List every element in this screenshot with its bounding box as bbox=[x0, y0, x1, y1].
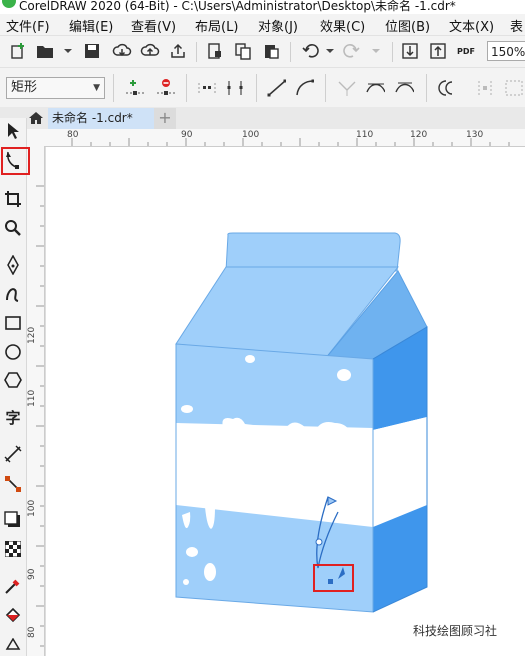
window-title: CorelDRAW 2020 (64-Bit) - C:\Users\Admin… bbox=[19, 0, 456, 13]
menu-table[interactable]: 表 bbox=[510, 16, 523, 35]
menu-edit[interactable]: 编辑(E) bbox=[69, 16, 113, 35]
ruler-label: 100 bbox=[242, 130, 260, 140]
dimension-tool-icon[interactable] bbox=[3, 444, 23, 464]
ruler-label: 110 bbox=[27, 389, 37, 407]
menu-text[interactable]: 文本(X) bbox=[449, 16, 494, 35]
pick-tool-icon[interactable] bbox=[3, 121, 23, 141]
copy-icon[interactable] bbox=[233, 41, 253, 61]
menu-view[interactable]: 查看(V) bbox=[131, 16, 176, 35]
eyedropper-tool-icon[interactable] bbox=[3, 576, 23, 596]
connector-tool-icon[interactable] bbox=[3, 474, 23, 494]
cloud-upload-icon[interactable] bbox=[140, 41, 160, 61]
crop-tool-icon[interactable] bbox=[3, 189, 23, 209]
ruler-label: 110 bbox=[356, 130, 374, 140]
paste-icon[interactable] bbox=[261, 41, 281, 61]
chevron-down-icon[interactable] bbox=[320, 41, 340, 61]
milk-carton-illustration[interactable] bbox=[45, 147, 525, 656]
chevron-down-icon bbox=[366, 41, 386, 61]
import-icon[interactable] bbox=[400, 41, 420, 61]
ruler-label: 90 bbox=[181, 130, 193, 140]
menu-layout[interactable]: 布局(L) bbox=[195, 16, 238, 35]
document-tab-bar: 未命名 -1.cdr* + bbox=[0, 107, 525, 129]
ruler-label: 80 bbox=[27, 626, 37, 638]
publish-icon[interactable] bbox=[168, 41, 188, 61]
join-nodes-icon[interactable] bbox=[196, 78, 216, 98]
watermark-text: 科技绘图顾习社 bbox=[413, 624, 498, 638]
to-curve-icon[interactable] bbox=[294, 78, 314, 98]
horizontal-ruler[interactable]: 80 90 100 110 120 130 bbox=[44, 129, 525, 147]
cloud-download-icon[interactable] bbox=[112, 41, 132, 61]
ruler-label: 90 bbox=[27, 568, 37, 580]
menu-bitmaps[interactable]: 位图(B) bbox=[385, 16, 430, 35]
rectangle-tool-icon[interactable] bbox=[3, 313, 23, 333]
property-bar: 矩形 ▼ bbox=[0, 67, 525, 109]
smart-fill-tool-icon[interactable] bbox=[3, 636, 23, 656]
ruler-origin[interactable] bbox=[27, 129, 45, 147]
reverse-direction-icon[interactable] bbox=[436, 78, 456, 98]
drop-shadow-tool-icon[interactable] bbox=[3, 510, 23, 530]
cusp-node-icon[interactable] bbox=[336, 78, 356, 98]
shape-type-value: 矩形 bbox=[11, 80, 38, 95]
chevron-down-icon: ▼ bbox=[93, 83, 100, 93]
add-node-icon[interactable] bbox=[124, 78, 144, 98]
symmetrical-node-icon[interactable] bbox=[394, 78, 414, 98]
text-tool-icon[interactable]: 字 bbox=[3, 407, 23, 427]
redo-icon bbox=[342, 41, 362, 61]
extend-curve-icon[interactable] bbox=[474, 78, 494, 98]
ruler-label: 80 bbox=[67, 130, 79, 140]
artistic-media-tool-icon[interactable] bbox=[3, 284, 23, 304]
ruler-label: 120 bbox=[27, 326, 37, 344]
chevron-down-icon[interactable] bbox=[58, 41, 78, 61]
standard-toolbar: PDF 150% bbox=[0, 35, 525, 68]
ruler-label: 130 bbox=[466, 130, 484, 140]
break-curve-icon[interactable] bbox=[224, 78, 244, 98]
ruler-label: 100 bbox=[27, 499, 37, 517]
zoom-tool-icon[interactable] bbox=[3, 218, 23, 238]
export-icon[interactable] bbox=[428, 41, 448, 61]
menu-file[interactable]: 文件(F) bbox=[6, 16, 50, 35]
drawing-canvas[interactable]: 科技绘图顾习社 bbox=[45, 147, 525, 656]
smooth-node-icon[interactable] bbox=[365, 78, 385, 98]
new-document-icon[interactable] bbox=[8, 41, 28, 61]
zoom-level-input[interactable]: 150% bbox=[487, 41, 525, 61]
title-bar: CorelDRAW 2020 (64-Bit) - C:\Users\Admin… bbox=[0, 0, 525, 14]
publish-pdf-icon[interactable]: PDF bbox=[456, 41, 476, 61]
ruler-label: 120 bbox=[410, 130, 428, 140]
vertical-ruler[interactable]: 120 110 100 90 80 bbox=[27, 146, 45, 656]
print-icon[interactable] bbox=[205, 41, 225, 61]
transparency-tool-icon[interactable] bbox=[3, 539, 23, 559]
open-folder-icon[interactable] bbox=[35, 41, 55, 61]
ellipse-tool-icon[interactable] bbox=[3, 342, 23, 362]
to-line-icon[interactable] bbox=[266, 78, 286, 98]
interactive-fill-tool-icon[interactable] bbox=[3, 605, 23, 625]
menu-object[interactable]: 对象(J) bbox=[258, 16, 298, 35]
shape-type-select[interactable]: 矩形 ▼ bbox=[6, 77, 105, 99]
toolbox: 字 bbox=[0, 118, 27, 656]
extract-subpath-icon[interactable] bbox=[503, 78, 523, 98]
freehand-tool-icon[interactable] bbox=[3, 255, 23, 275]
undo-icon[interactable] bbox=[300, 41, 320, 61]
delete-node-icon[interactable] bbox=[155, 78, 175, 98]
polygon-tool-icon[interactable] bbox=[3, 370, 23, 390]
document-tab[interactable]: 未命名 -1.cdr* bbox=[48, 108, 154, 129]
add-tab-button[interactable]: + bbox=[154, 108, 176, 129]
shape-tool-highlight-box bbox=[1, 147, 30, 175]
coreldraw-logo-icon bbox=[2, 0, 16, 8]
menu-effects[interactable]: 效果(C) bbox=[320, 16, 365, 35]
save-icon[interactable] bbox=[82, 41, 102, 61]
home-icon bbox=[29, 112, 43, 124]
menu-bar: 文件(F) 编辑(E) 查看(V) 布局(L) 对象(J) 效果(C) 位图(B… bbox=[0, 14, 525, 35]
